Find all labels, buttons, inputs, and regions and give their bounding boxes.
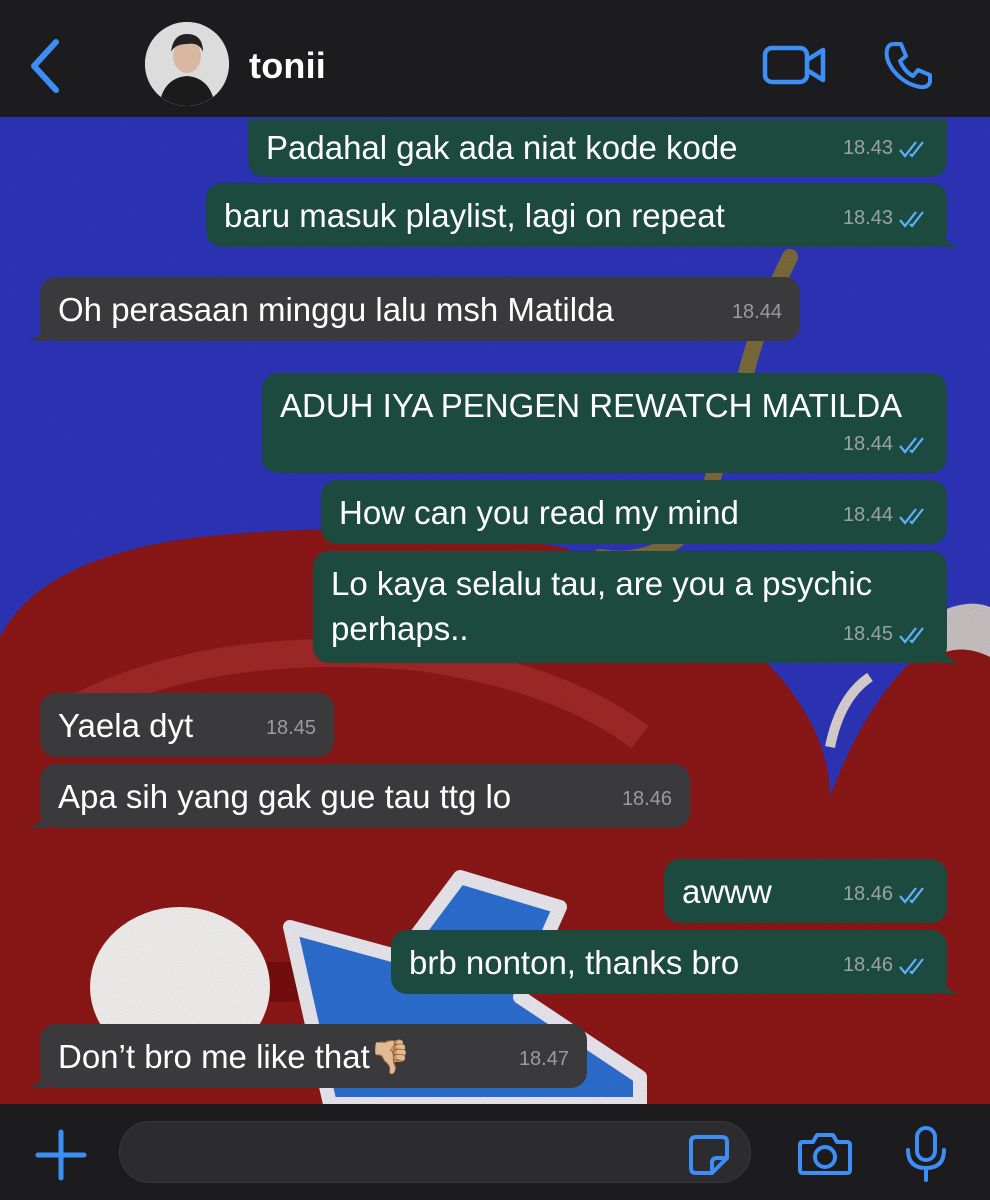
message-text: ADUH IYA PENGEN REWATCH MATILDA	[280, 387, 903, 424]
message-text-line-1: Lo kaya selalu tau, are you a psychic	[331, 565, 873, 602]
bubble-tail	[939, 227, 959, 247]
message-time: 18.43	[842, 137, 893, 159]
message-time: 18.47	[518, 1048, 569, 1070]
message-text: How can you read my mind	[339, 494, 739, 531]
phone-icon[interactable]	[882, 40, 934, 90]
message-text-line-2: perhaps..	[331, 610, 469, 647]
bubble-tail	[28, 1068, 48, 1088]
read-receipt-icon	[899, 886, 924, 904]
video-camera-icon[interactable]	[762, 44, 826, 86]
bubble-tail	[939, 643, 959, 663]
message-bubble-outgoing[interactable]: ADUH IYA PENGEN REWATCH MATILDA 18.44	[262, 373, 947, 473]
read-receipt-icon	[899, 957, 924, 975]
message-bubble-incoming[interactable]: Oh perasaan minggu lalu msh Matilda 18.4…	[28, 277, 800, 341]
read-receipt-icon	[899, 210, 924, 228]
message-time: 18.46	[842, 954, 893, 976]
read-receipt-icon	[899, 140, 924, 158]
message-time: 18.45	[842, 623, 893, 645]
message-time: 18.46	[842, 883, 893, 905]
read-receipt-icon	[899, 436, 924, 454]
message-time: 18.45	[265, 717, 316, 739]
message-bubble-incoming[interactable]: Yaela dyt 18.45	[40, 693, 334, 757]
message-bubble-outgoing[interactable]: baru masuk playlist, lagi on repeat 18.4…	[206, 183, 959, 247]
message-time: 18.43	[842, 207, 893, 229]
message-text: Oh perasaan minggu lalu msh Matilda	[58, 291, 614, 328]
message-text: Don’t bro me like that👎🏼	[58, 1038, 411, 1075]
contact-name[interactable]: tonii	[249, 45, 326, 87]
message-bubble-outgoing[interactable]: brb nonton, thanks bro 18.46	[391, 930, 959, 994]
message-bubble-incoming[interactable]: Apa sih yang gak gue tau ttg lo 18.46	[28, 764, 690, 828]
message-text: Padahal gak ada niat kode kode	[266, 129, 738, 166]
bubble-tail	[28, 808, 48, 828]
camera-icon[interactable]	[797, 1130, 853, 1176]
read-receipt-icon	[899, 507, 924, 525]
message-time: 18.44	[842, 433, 893, 455]
chevron-left-icon[interactable]	[26, 38, 66, 94]
message-bubble-outgoing[interactable]: How can you read my mind 18.44	[321, 480, 947, 544]
message-time: 18.46	[621, 788, 672, 810]
message-text: Apa sih yang gak gue tau ttg lo	[58, 778, 512, 815]
sticker-icon[interactable]	[688, 1134, 730, 1176]
chat-header: tonii	[0, 0, 990, 117]
bubble-tail	[939, 974, 959, 994]
avatar[interactable]	[145, 22, 229, 106]
read-receipt-icon	[899, 626, 924, 644]
microphone-icon[interactable]	[904, 1126, 948, 1182]
message-bubble-outgoing[interactable]: awww 18.46	[664, 859, 947, 923]
message-bubble-outgoing[interactable]: Padahal gak ada niat kode kode 18.43	[248, 119, 947, 177]
message-time: 18.44	[731, 301, 782, 323]
chat-area[interactable]: Padahal gak ada niat kode kode 18.43 bar…	[0, 117, 990, 1104]
bubble-tail	[28, 321, 48, 341]
message-input[interactable]	[119, 1121, 751, 1183]
plus-icon[interactable]	[34, 1128, 88, 1182]
message-bubble-incoming[interactable]: Don’t bro me like that👎🏼 18.47	[28, 1024, 587, 1088]
message-time: 18.44	[842, 504, 893, 526]
message-bubble-outgoing[interactable]: Lo kaya selalu tau, are you a psychic pe…	[313, 551, 959, 663]
message-text: baru masuk playlist, lagi on repeat	[224, 197, 725, 234]
